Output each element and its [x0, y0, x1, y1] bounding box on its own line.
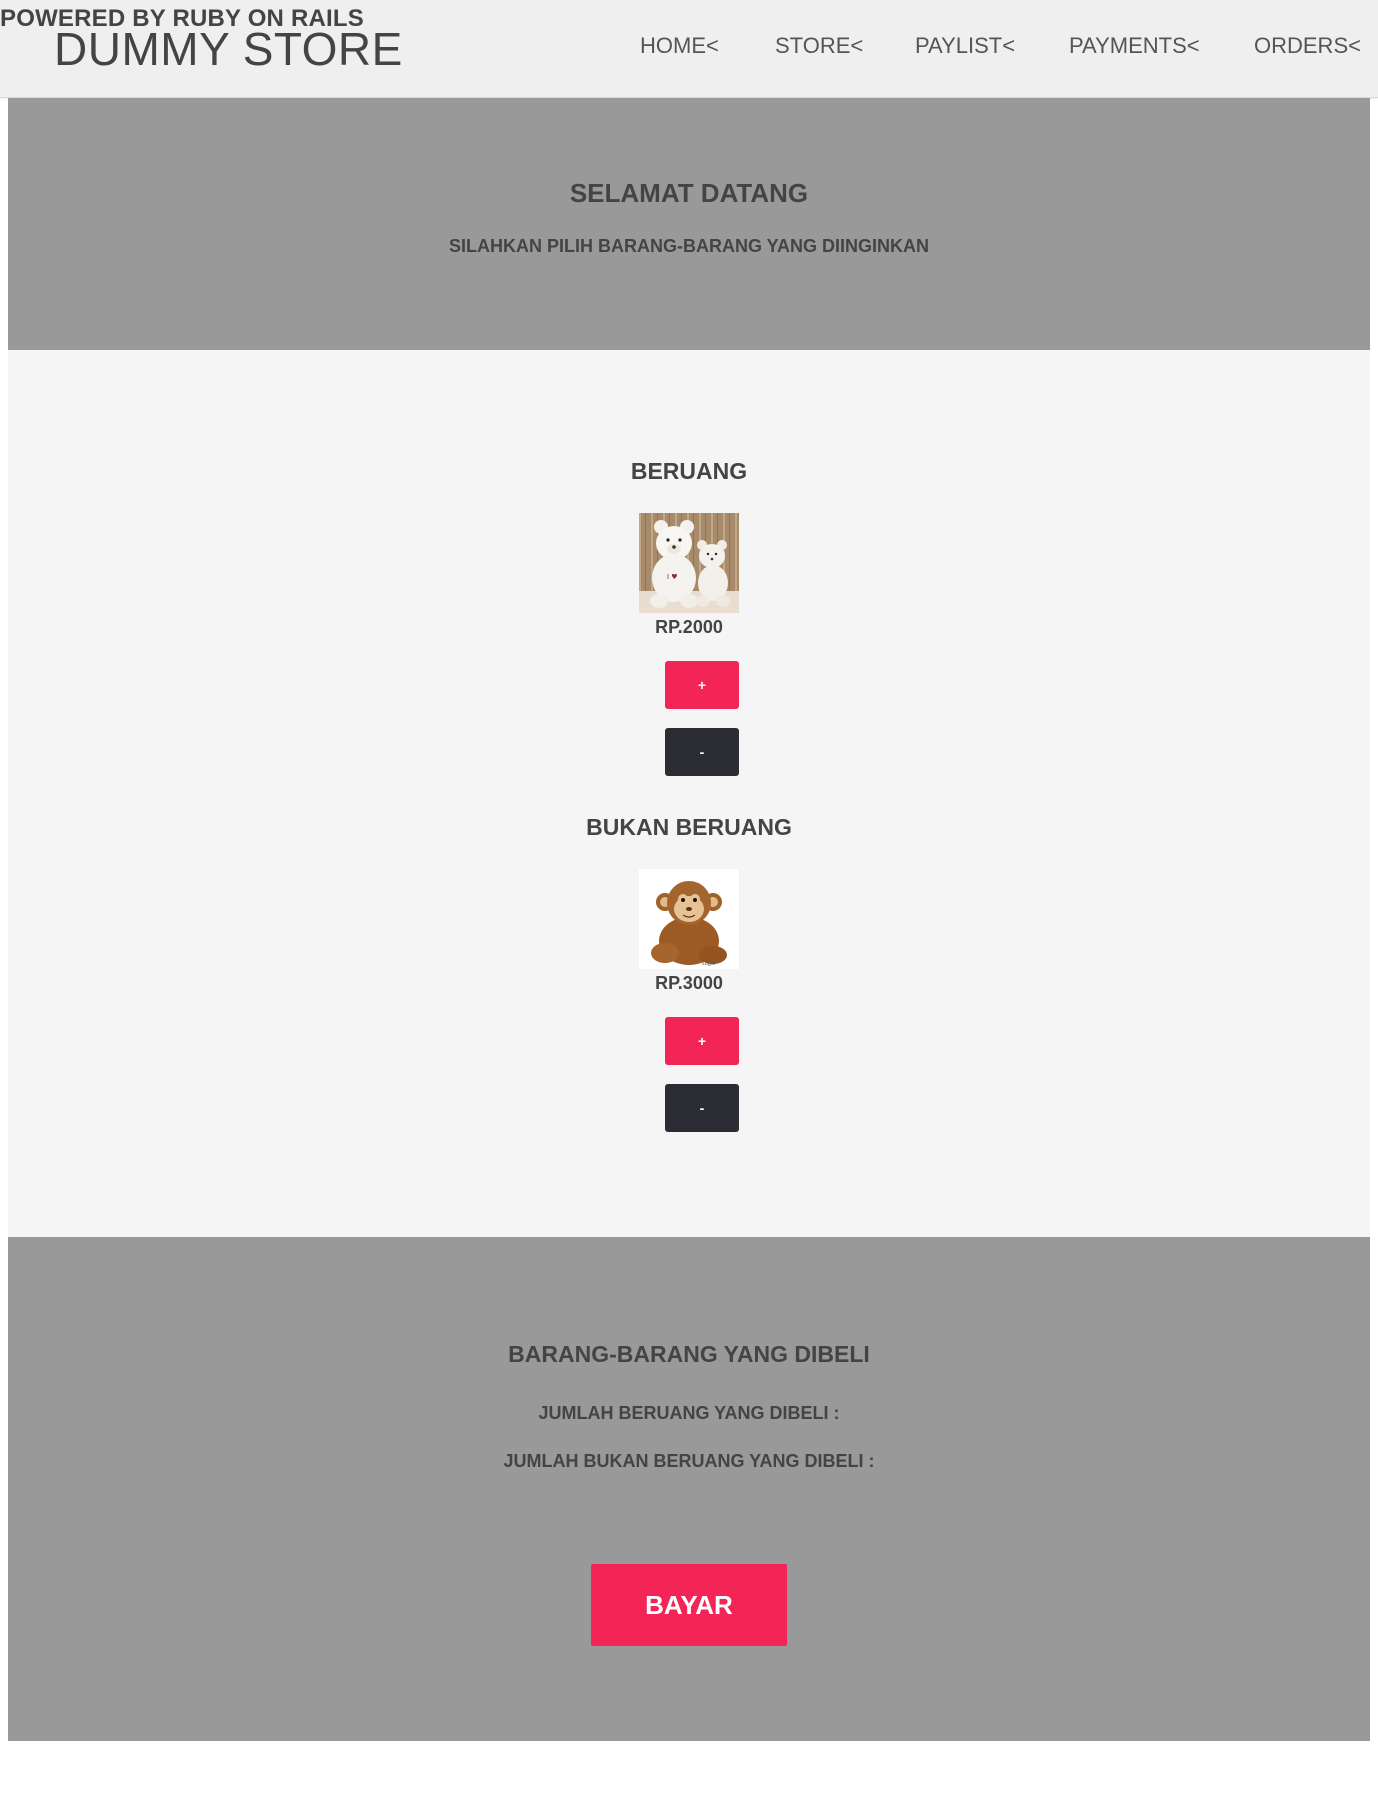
- bear-count-label: JUMLAH BERUANG YANG DIBELI :: [538, 1403, 840, 1423]
- product-name-bukan-beruang: BUKAN BERUANG: [586, 814, 792, 840]
- product-name-beruang: BERUANG: [630, 458, 748, 484]
- top-navbar: POWERED BY RUBY ON RAILS DUMMY STORE HOM…: [0, 0, 1378, 98]
- nav-link-payments[interactable]: PAYMENTS<: [1069, 33, 1200, 59]
- pay-button[interactable]: BAYAR: [591, 1564, 787, 1646]
- purchase-summary: BARANG-BARANG YANG DIBELI JUMLAH BERUANG…: [8, 1237, 1370, 1741]
- welcome-title: SELAMAT DATANG: [569, 178, 809, 208]
- welcome-banner: SELAMAT DATANG SILAHKAN PILIH BARANG-BAR…: [8, 98, 1370, 350]
- nav-link-paylist[interactable]: PAYLIST<: [915, 33, 1015, 59]
- teddy-bear-image: I ♥: [639, 513, 739, 613]
- svg-text:I ♥: I ♥: [667, 573, 678, 581]
- remove-bukan-beruang-button[interactable]: -: [665, 1084, 739, 1132]
- add-beruang-button[interactable]: +: [665, 661, 739, 709]
- non-bear-count-label: JUMLAH BUKAN BERUANG YANG DIBELI :: [503, 1451, 875, 1471]
- product-price-beruang: RP.2000: [655, 617, 723, 637]
- welcome-subtitle: SILAHKAN PILIH BARANG-BARANG YANG DIINGI…: [448, 236, 929, 256]
- monkey-plush-image: sugar: [639, 869, 739, 969]
- remove-beruang-button[interactable]: -: [665, 728, 739, 776]
- product-price-bukan-beruang: RP.3000: [655, 973, 723, 993]
- store-logo[interactable]: DUMMY STORE: [54, 22, 403, 76]
- svg-text:sugar: sugar: [702, 961, 717, 967]
- summary-title: BARANG-BARANG YANG DIBELI: [508, 1341, 870, 1367]
- nav-link-orders[interactable]: ORDERS<: [1254, 33, 1361, 59]
- product-list: BERUANG I ♥ RP.2000 + - BUKAN BERUANG su…: [8, 350, 1370, 1237]
- nav-link-store[interactable]: STORE<: [775, 33, 863, 59]
- nav-link-home[interactable]: HOME<: [640, 33, 719, 59]
- add-bukan-beruang-button[interactable]: +: [665, 1017, 739, 1065]
